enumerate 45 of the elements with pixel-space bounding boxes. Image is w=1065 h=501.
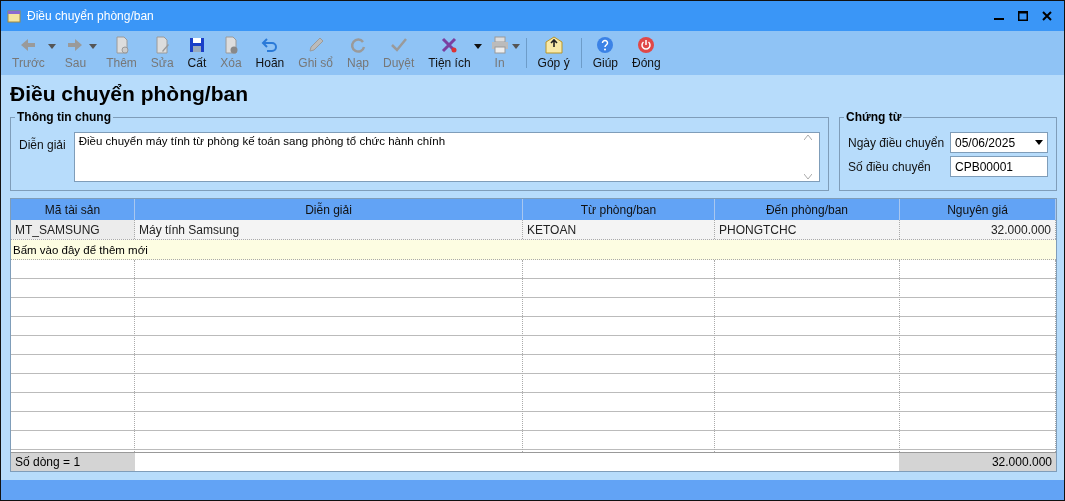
table-cell: KETOAN bbox=[523, 220, 715, 239]
table-cell: MT_SAMSUNG bbox=[11, 220, 135, 239]
left-arrow-icon bbox=[19, 36, 38, 54]
page-heading: Điều chuyển phòng/ban bbox=[10, 81, 249, 107]
field-label: Ngày điều chuyển bbox=[848, 135, 945, 150]
group-title: Chứng từ bbox=[844, 110, 904, 124]
number-field[interactable]: CPB00001 bbox=[950, 156, 1048, 177]
pencil-icon bbox=[306, 36, 325, 54]
column-header[interactable]: Từ phòng/ban bbox=[523, 199, 715, 220]
help-icon bbox=[596, 36, 615, 54]
close-icon[interactable] bbox=[1042, 11, 1052, 21]
total-value: 32.000.000 bbox=[899, 453, 1056, 471]
printer-icon bbox=[490, 36, 509, 54]
toolbar-button[interactable]: Cất bbox=[180, 32, 214, 74]
toolbar-button[interactable]: Giúp bbox=[585, 32, 625, 74]
table-cell: PHONGTCHC bbox=[715, 220, 900, 239]
add-new-row-hint[interactable]: Bấm vào đây để thêm mới bbox=[11, 240, 150, 259]
new-row[interactable]: Bấm vào đây để thêm mới bbox=[11, 240, 1056, 260]
refresh-icon bbox=[349, 36, 367, 54]
document-edit-icon bbox=[153, 36, 172, 54]
toolbar-button[interactable]: Góp ý bbox=[530, 32, 577, 74]
calendar-icon bbox=[7, 9, 21, 23]
table-cell: Máy tính Samsung bbox=[135, 220, 523, 239]
table-cell: 32.000.000 bbox=[900, 220, 1056, 239]
envelope-icon bbox=[544, 36, 563, 54]
toolbar-button[interactable]: Tiện ích bbox=[421, 32, 478, 74]
dropdown-caret-icon[interactable] bbox=[1035, 140, 1043, 145]
checkmark-icon bbox=[389, 36, 408, 54]
toolbar-button[interactable]: Hoãn bbox=[248, 32, 292, 74]
field-label: Diễn giải bbox=[19, 136, 66, 152]
save-icon bbox=[187, 36, 206, 54]
column-header[interactable]: Nguyên giá bbox=[900, 199, 1056, 220]
maximize-icon[interactable] bbox=[1018, 11, 1028, 21]
undo-icon bbox=[260, 36, 279, 54]
column-header[interactable]: Diễn giải bbox=[135, 199, 523, 220]
window-title: Điều chuyển phòng/ban bbox=[27, 9, 155, 23]
row-count: Số dòng = 1 bbox=[11, 453, 135, 471]
column-header[interactable]: Đến phòng/ban bbox=[715, 199, 900, 220]
group-title: Thông tin chung bbox=[15, 110, 113, 124]
column-header[interactable]: Mã tài sản bbox=[11, 199, 135, 220]
field-label: Số điều chuyển bbox=[848, 159, 931, 174]
dropdown-caret-icon[interactable] bbox=[473, 43, 482, 49]
toolbar-button[interactable]: Đóng bbox=[625, 32, 668, 74]
date-field[interactable]: 05/06/2025 bbox=[950, 132, 1048, 153]
power-icon bbox=[637, 36, 656, 54]
